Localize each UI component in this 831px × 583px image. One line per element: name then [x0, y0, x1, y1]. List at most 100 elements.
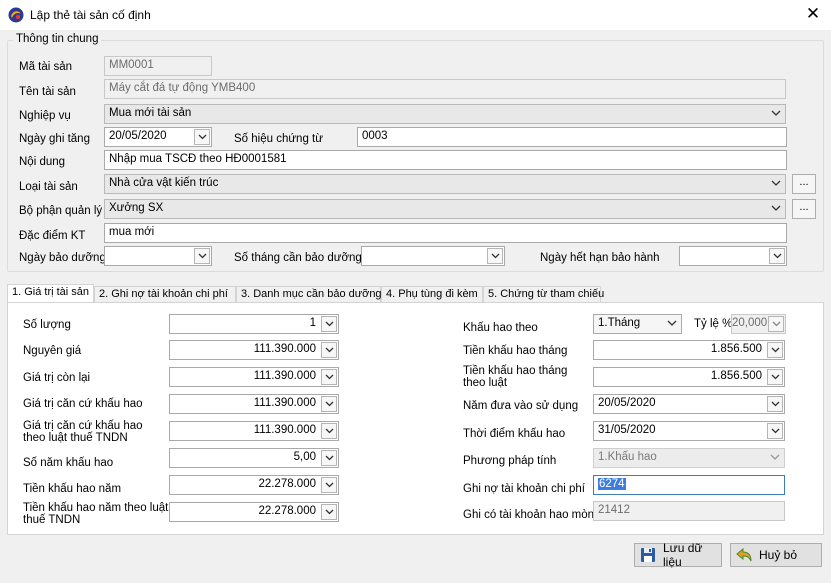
chevron-down-icon[interactable]	[767, 369, 783, 385]
chevron-down-icon[interactable]	[487, 248, 503, 264]
dep-time-picker[interactable]: 31/05/2020	[593, 421, 785, 441]
debit-label: Ghi nợ tài khoản chi phí	[463, 483, 585, 495]
date-picker[interactable]: 20/05/2020	[104, 127, 212, 147]
qty-label: Số lượng	[23, 319, 71, 331]
years-value: 5,00	[293, 451, 316, 463]
dept-value: Xưởng SX	[109, 202, 164, 214]
asset-name-label: Tên tài sản	[19, 86, 76, 98]
voucher-label: Số hiệu chứng từ	[234, 133, 323, 145]
chevron-down-icon[interactable]	[767, 396, 783, 412]
annual-value: 22.278.000	[258, 478, 316, 490]
chevron-down-icon[interactable]	[767, 342, 783, 358]
chevron-down-icon[interactable]	[767, 176, 784, 192]
date-value: 20/05/2020	[109, 130, 167, 142]
orig-price-label: Nguyên giá	[23, 345, 82, 357]
asset-name-field[interactable]: Máy cắt đá tự động YMB400	[104, 79, 786, 99]
type-value: Nhà cửa vật kiến trúc	[109, 177, 219, 189]
app-logo-icon	[8, 7, 24, 23]
credit-field[interactable]: 21412	[593, 501, 785, 521]
close-icon[interactable]: ✕	[803, 4, 823, 24]
annual-tax-field[interactable]: 22.278.000	[169, 502, 339, 522]
content-field[interactable]: Nhập mua TSCĐ theo HĐ0001581	[104, 150, 787, 170]
content-label: Nội dung	[19, 156, 66, 168]
operation-label: Nghiệp vụ	[19, 110, 71, 122]
remain-value: 111.390.000	[253, 370, 316, 382]
debit-field[interactable]: 6274	[593, 475, 785, 495]
warranty-picker[interactable]	[679, 246, 787, 266]
years-field[interactable]: 5,00	[169, 448, 339, 468]
annual-tax-label-line1: Tiền khấu hao năm theo luật	[23, 502, 169, 514]
dep-time-label: Thời điểm khấu hao	[463, 428, 566, 440]
monthly-value: 1.856.500	[710, 343, 762, 355]
annual-tax-label-line2: thuế TNDN	[23, 514, 81, 526]
tab-asset-value[interactable]: 1. Giá trị tài sản	[7, 284, 94, 303]
rate-label: Tỷ lệ %	[694, 318, 733, 330]
dept-label: Bộ phận quản lý	[19, 205, 103, 217]
maint-date-picker[interactable]	[104, 246, 212, 266]
method-select[interactable]: 1.Khấu hao	[593, 448, 785, 468]
rate-value: 20,000	[732, 317, 768, 329]
chevron-down-icon[interactable]	[194, 248, 210, 264]
monthly-law-field[interactable]: 1.856.500	[593, 367, 785, 387]
qty-field[interactable]: 1	[169, 314, 339, 334]
chevron-down-icon[interactable]	[767, 423, 783, 439]
orig-price-value: 111.390.000	[253, 343, 316, 355]
chevron-down-icon[interactable]	[321, 396, 337, 412]
save-button[interactable]: Lưu dữ liệu	[634, 541, 722, 569]
floppy-disk-icon	[639, 546, 657, 564]
chevron-down-icon[interactable]	[767, 201, 784, 217]
remain-field[interactable]: 111.390.000	[169, 367, 339, 387]
save-button-label: Lưu dữ liệu	[663, 541, 703, 569]
method-value: 1.Khấu hao	[598, 451, 657, 463]
chevron-down-icon[interactable]	[194, 129, 210, 145]
chevron-down-icon[interactable]	[321, 369, 337, 385]
base-tax-value: 111.390.000	[253, 424, 316, 436]
operation-select[interactable]: Mua mới tài sản	[104, 104, 786, 124]
chevron-down-icon[interactable]	[321, 423, 337, 439]
dept-browse-button[interactable]: ...	[792, 199, 816, 219]
use-year-value: 20/05/2020	[598, 397, 656, 409]
chevron-down-icon[interactable]	[766, 450, 783, 466]
monthly-law-label-line2: theo luật	[463, 377, 508, 389]
maint-date-label: Ngày bảo dưỡng	[19, 252, 106, 264]
tab-maintenance-list[interactable]: 3. Danh mục cần bảo dưỡng	[236, 286, 382, 303]
asset-code-field[interactable]: MM0001	[104, 56, 212, 76]
remain-label: Giá trị còn lại	[23, 372, 91, 384]
rate-field[interactable]: 20,000	[731, 314, 786, 334]
base-label: Giá trị căn cứ khấu hao	[23, 398, 143, 410]
monthly-field[interactable]: 1.856.500	[593, 340, 785, 360]
annual-field[interactable]: 22.278.000	[169, 475, 339, 495]
chevron-down-icon[interactable]	[767, 106, 784, 122]
annual-label: Tiền khấu hao năm	[23, 483, 122, 495]
date-label: Ngày ghi tăng	[19, 133, 90, 145]
base-tax-field[interactable]: 111.390.000	[169, 421, 339, 441]
feature-field[interactable]: mua mới	[104, 223, 787, 243]
chevron-down-icon[interactable]	[769, 248, 785, 264]
type-select[interactable]: Nhà cửa vật kiến trúc	[104, 174, 786, 194]
chevron-down-icon[interactable]	[663, 316, 680, 332]
chevron-down-icon[interactable]	[321, 450, 337, 466]
use-year-picker[interactable]: 20/05/2020	[593, 394, 785, 414]
tab-debit-account[interactable]: 2. Ghi nợ tài khoản chi phí	[94, 286, 236, 303]
voucher-field[interactable]: 0003	[357, 127, 787, 147]
base-field[interactable]: 111.390.000	[169, 394, 339, 414]
tab-spare-parts[interactable]: 4. Phụ tùng đi kèm	[381, 286, 483, 303]
chevron-down-icon[interactable]	[321, 477, 337, 493]
qty-value: 1	[309, 317, 316, 329]
dep-by-value: 1.Tháng	[598, 317, 641, 329]
maint-months-select[interactable]	[361, 246, 505, 266]
chevron-down-icon[interactable]	[321, 316, 337, 332]
chevron-down-icon[interactable]	[768, 316, 784, 332]
chevron-down-icon[interactable]	[321, 504, 337, 520]
feature-label: Đặc điểm KT	[19, 230, 86, 242]
monthly-label: Tiền khấu hao tháng	[463, 345, 568, 357]
dep-by-select[interactable]: 1.Tháng	[593, 314, 682, 334]
orig-price-field[interactable]: 111.390.000	[169, 340, 339, 360]
tab-reference-docs[interactable]: 5. Chứng từ tham chiếu	[483, 286, 604, 303]
cancel-button-label: Huỷ bỏ	[759, 548, 798, 562]
dept-select[interactable]: Xưởng SX	[104, 199, 786, 219]
window-title: Lập thẻ tài sản cố định	[30, 8, 151, 22]
type-browse-button[interactable]: ...	[792, 174, 816, 194]
chevron-down-icon[interactable]	[321, 342, 337, 358]
cancel-button[interactable]: Huỷ bỏ	[730, 543, 822, 567]
